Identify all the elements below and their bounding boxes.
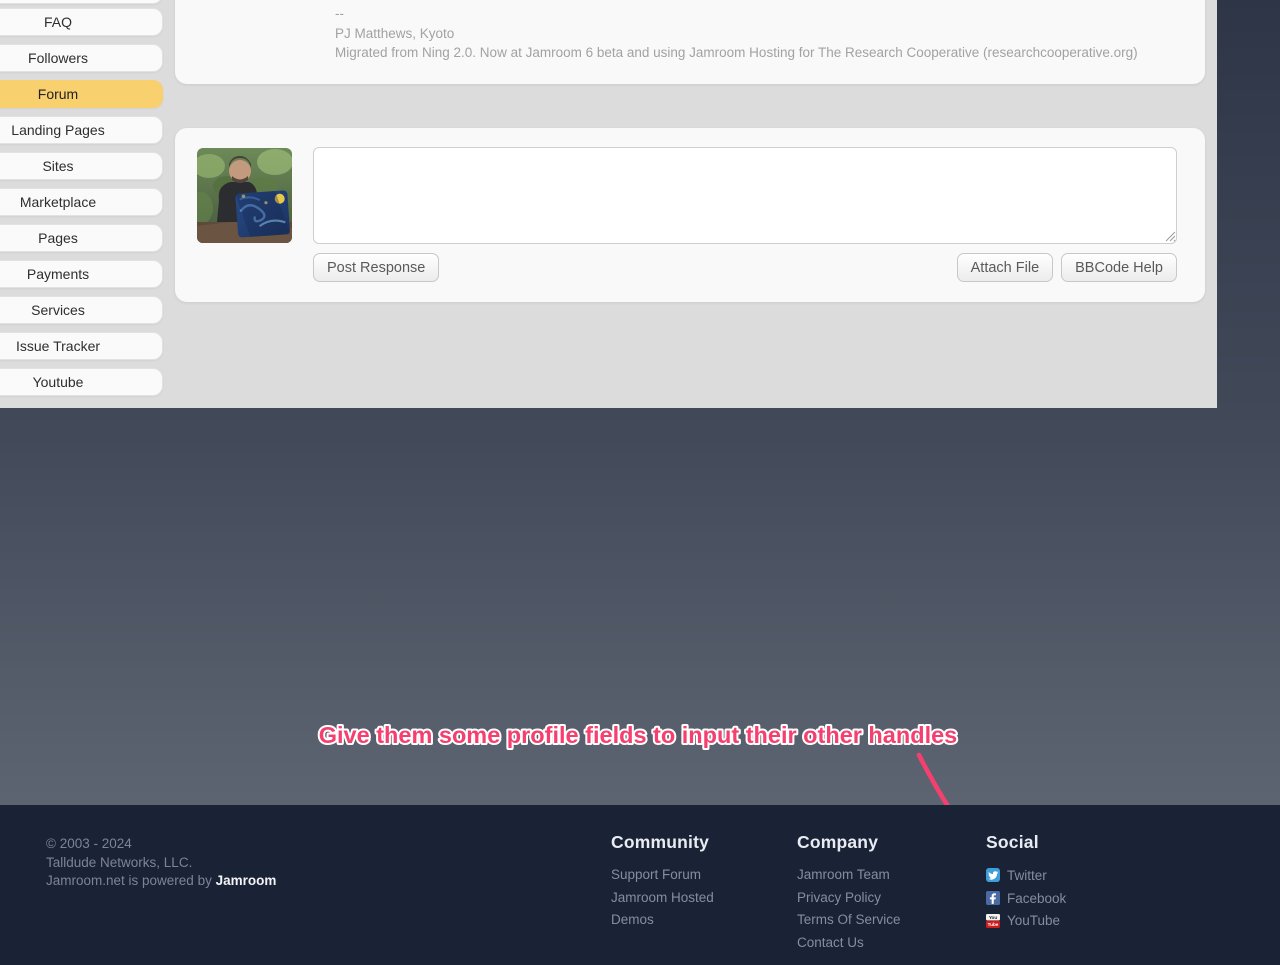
sidebar-item-pages[interactable]: Pages: [0, 224, 163, 252]
social-heading: Social: [986, 832, 1039, 852]
signature-dashes: --: [335, 6, 344, 21]
svg-text:You: You: [989, 915, 998, 920]
link-demos[interactable]: Demos: [611, 909, 714, 932]
signature-name: PJ Matthews, Kyoto: [335, 25, 455, 41]
powered-by-prefix: Jamroom.net is powered by: [46, 873, 216, 888]
facebook-label: Facebook: [1007, 890, 1067, 906]
reply-textarea[interactable]: [313, 147, 1177, 244]
link-twitter[interactable]: Twitter: [986, 864, 1066, 887]
sidebar-item-youtube[interactable]: Youtube: [0, 368, 163, 396]
link-jamroom-hosted[interactable]: Jamroom Hosted: [611, 887, 714, 910]
twitter-icon: [986, 868, 1000, 883]
link-terms-of-service[interactable]: Terms Of Service: [797, 909, 901, 932]
copyright-years: © 2003 - 2024: [46, 836, 132, 851]
bbcode-help-button[interactable]: BBCode Help: [1061, 253, 1177, 282]
main-content-area: FAQ Followers Forum Landing Pages Sites …: [0, 0, 1217, 408]
sidebar-item-issue-tracker[interactable]: Issue Tracker: [0, 332, 163, 360]
sidebar-item-services[interactable]: Services: [0, 296, 163, 324]
sidebar-item-marketplace[interactable]: Marketplace: [0, 188, 163, 216]
youtube-icon: You Tube: [986, 913, 1000, 928]
sidebar-item-sites[interactable]: Sites: [0, 152, 163, 180]
link-support-forum[interactable]: Support Forum: [611, 864, 714, 887]
signature-text: Migrated from Ning 2.0. Now at Jamroom 6…: [335, 45, 1138, 60]
link-privacy-policy[interactable]: Privacy Policy: [797, 887, 901, 910]
link-jamroom-team[interactable]: Jamroom Team: [797, 864, 901, 887]
link-youtube[interactable]: You Tube YouTube: [986, 909, 1066, 932]
footer-copyright: © 2003 - 2024 Talldude Networks, LLC. Ja…: [46, 835, 276, 891]
footer: © 2003 - 2024 Talldude Networks, LLC. Ja…: [0, 805, 1280, 965]
reply-card: Post Response Attach File BBCode Help: [175, 128, 1205, 302]
jamroom-brand-link[interactable]: Jamroom: [216, 873, 277, 888]
post-signature: -- PJ Matthews, Kyoto Migrated from Ning…: [175, 0, 1205, 63]
copyright-company: Talldude Networks, LLC.: [46, 854, 193, 870]
sidebar-item-forum[interactable]: Forum: [0, 80, 163, 108]
company-heading: Company: [797, 832, 879, 852]
svg-text:Tube: Tube: [988, 922, 999, 927]
svg-text:Give them some profile fields: Give them some profile fields to input t…: [319, 722, 958, 748]
community-heading: Community: [611, 832, 710, 852]
sidebar-item-followers[interactable]: Followers: [0, 44, 163, 72]
avatar-image: [197, 148, 292, 243]
powered-by: Jamroom.net is powered by Jamroom: [46, 872, 276, 891]
sidebar-item-payments[interactable]: Payments: [0, 260, 163, 288]
sidebar-item-landing-pages[interactable]: Landing Pages: [0, 116, 163, 144]
facebook-icon: [986, 891, 1000, 906]
reply-actions: Post Response Attach File BBCode Help: [313, 253, 1177, 282]
sidebar-item-partial[interactable]: [0, 0, 163, 4]
annotation-text: Give them some profile fields to input t…: [317, 720, 960, 750]
twitter-label: Twitter: [1007, 867, 1047, 883]
footer-column-company: Company Jamroom Team Privacy Policy Term…: [797, 832, 901, 955]
attach-file-button[interactable]: Attach File: [956, 253, 1054, 282]
footer-column-community: Community Support Forum Jamroom Hosted D…: [611, 832, 714, 932]
link-facebook[interactable]: Facebook: [986, 887, 1066, 910]
link-contact-us[interactable]: Contact Us: [797, 932, 901, 955]
forum-post-card: -- PJ Matthews, Kyoto Migrated from Ning…: [175, 0, 1205, 84]
sidebar-item-faq[interactable]: FAQ: [0, 8, 163, 36]
youtube-label: YouTube: [1007, 913, 1061, 929]
footer-column-social: Social Twitter Facebook You Tube YouTube: [986, 832, 1066, 932]
resize-handle-icon[interactable]: [1165, 231, 1176, 242]
post-response-button[interactable]: Post Response: [313, 253, 440, 282]
avatar: [197, 148, 292, 243]
